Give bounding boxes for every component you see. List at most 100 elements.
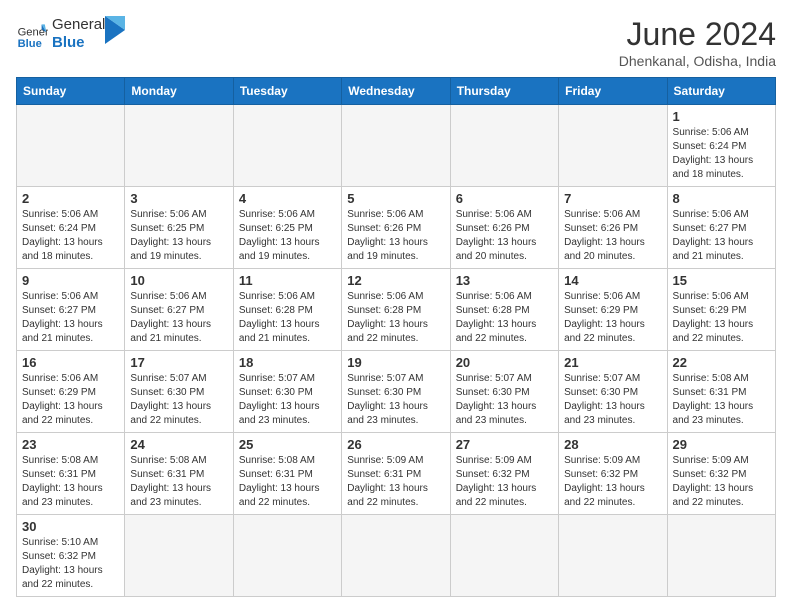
day-info: Sunrise: 5:06 AM Sunset: 6:29 PM Dayligh… <box>22 372 119 428</box>
day-number: 10 <box>130 273 227 288</box>
day-number: 9 <box>22 273 119 288</box>
day-info: Sunrise: 5:07 AM Sunset: 6:30 PM Dayligh… <box>564 372 661 428</box>
day-info: Sunrise: 5:06 AM Sunset: 6:26 PM Dayligh… <box>456 208 553 264</box>
calendar-cell: 25Sunrise: 5:08 AM Sunset: 6:31 PM Dayli… <box>233 433 341 515</box>
day-number: 12 <box>347 273 444 288</box>
calendar-cell: 9 Sunrise: 5:06 AM Sunset: 6:27 PM Daylig… <box>17 269 125 351</box>
calendar-cell: 22Sunrise: 5:08 AM Sunset: 6:31 PM Dayli… <box>667 351 775 433</box>
logo-icon: General Blue <box>16 18 48 50</box>
title-area: June 2024 Dhenkanal, Odisha, India <box>619 16 776 69</box>
logo-blue-text: Blue <box>52 34 105 52</box>
calendar-cell <box>450 515 558 597</box>
calendar-cell: 21 Sunrise: 5:07 AM Sunset: 6:30 PM Dayli… <box>559 351 667 433</box>
day-info: Sunrise: 5:09 AM Sunset: 6:32 PM Dayligh… <box>456 454 553 510</box>
day-number: 1 <box>673 109 770 124</box>
day-number: 3 <box>130 191 227 206</box>
day-info: Sunrise: 5:07 AM Sunset: 6:30 PM Dayligh… <box>347 372 444 428</box>
calendar-cell: 12 Sunrise: 5:06 AM Sunset: 6:28 PM Dayli… <box>342 269 450 351</box>
calendar-cell: 28 Sunrise: 5:09 AM Sunset: 6:32 PM Dayli… <box>559 433 667 515</box>
calendar-cell: 18 Sunrise: 5:07 AM Sunset: 6:30 PM Dayli… <box>233 351 341 433</box>
calendar-cell <box>450 105 558 187</box>
day-info: Sunrise: 5:06 AM Sunset: 6:28 PM Dayligh… <box>456 290 553 346</box>
calendar-week-row: 2 Sunrise: 5:06 AM Sunset: 6:24 PM Daylig… <box>17 187 776 269</box>
calendar-cell: 23Sunrise: 5:08 AM Sunset: 6:31 PM Dayli… <box>17 433 125 515</box>
day-info: Sunrise: 5:06 AM Sunset: 6:25 PM Dayligh… <box>130 208 227 264</box>
day-info: Sunrise: 5:09 AM Sunset: 6:32 PM Dayligh… <box>564 454 661 510</box>
calendar-cell <box>125 105 233 187</box>
page-header: General Blue General Blue June 2024 Dhen… <box>16 16 776 69</box>
calendar-cell: 10 Sunrise: 5:06 AM Sunset: 6:27 PM Dayli… <box>125 269 233 351</box>
day-number: 5 <box>347 191 444 206</box>
calendar-cell: 5 Sunrise: 5:06 AM Sunset: 6:26 PM Daylig… <box>342 187 450 269</box>
calendar-cell <box>667 515 775 597</box>
day-info: Sunrise: 5:07 AM Sunset: 6:30 PM Dayligh… <box>239 372 336 428</box>
calendar-cell: 26Sunrise: 5:09 AM Sunset: 6:31 PM Dayli… <box>342 433 450 515</box>
calendar-cell: 30 Sunrise: 5:10 AM Sunset: 6:32 PM Dayli… <box>17 515 125 597</box>
calendar-cell: 19 Sunrise: 5:07 AM Sunset: 6:30 PM Dayli… <box>342 351 450 433</box>
day-header-monday: Monday <box>125 78 233 105</box>
calendar-cell <box>233 515 341 597</box>
day-info: Sunrise: 5:08 AM Sunset: 6:31 PM Dayligh… <box>22 454 119 510</box>
day-header-thursday: Thursday <box>450 78 558 105</box>
calendar-cell <box>233 105 341 187</box>
calendar-cell: 29Sunrise: 5:09 AM Sunset: 6:32 PM Dayli… <box>667 433 775 515</box>
calendar-week-row: 1Sunrise: 5:06 AM Sunset: 6:24 PM Daylig… <box>17 105 776 187</box>
month-title: June 2024 <box>619 16 776 53</box>
day-info: Sunrise: 5:09 AM Sunset: 6:31 PM Dayligh… <box>347 454 444 510</box>
calendar-cell: 8 Sunrise: 5:06 AM Sunset: 6:27 PM Daylig… <box>667 187 775 269</box>
day-number: 28 <box>564 437 661 452</box>
day-info: Sunrise: 5:06 AM Sunset: 6:25 PM Dayligh… <box>239 208 336 264</box>
day-number: 21 <box>564 355 661 370</box>
calendar-cell: 2 Sunrise: 5:06 AM Sunset: 6:24 PM Daylig… <box>17 187 125 269</box>
calendar-cell: 17 Sunrise: 5:07 AM Sunset: 6:30 PM Dayli… <box>125 351 233 433</box>
calendar-cell <box>17 105 125 187</box>
day-number: 13 <box>456 273 553 288</box>
day-number: 15 <box>673 273 770 288</box>
day-number: 2 <box>22 191 119 206</box>
day-header-saturday: Saturday <box>667 78 775 105</box>
calendar-cell: 7Sunrise: 5:06 AM Sunset: 6:26 PM Daylig… <box>559 187 667 269</box>
day-number: 4 <box>239 191 336 206</box>
day-number: 17 <box>130 355 227 370</box>
calendar-cell: 20Sunrise: 5:07 AM Sunset: 6:30 PM Dayli… <box>450 351 558 433</box>
day-number: 6 <box>456 191 553 206</box>
day-number: 11 <box>239 273 336 288</box>
calendar-week-row: 16 Sunrise: 5:06 AM Sunset: 6:29 PM Dayli… <box>17 351 776 433</box>
calendar-week-row: 23Sunrise: 5:08 AM Sunset: 6:31 PM Dayli… <box>17 433 776 515</box>
calendar-cell <box>342 105 450 187</box>
day-info: Sunrise: 5:06 AM Sunset: 6:26 PM Dayligh… <box>564 208 661 264</box>
calendar-header-row: SundayMondayTuesdayWednesdayThursdayFrid… <box>17 78 776 105</box>
day-info: Sunrise: 5:06 AM Sunset: 6:27 PM Dayligh… <box>130 290 227 346</box>
day-number: 18 <box>239 355 336 370</box>
day-info: Sunrise: 5:10 AM Sunset: 6:32 PM Dayligh… <box>22 536 119 592</box>
day-number: 24 <box>130 437 227 452</box>
day-number: 29 <box>673 437 770 452</box>
day-number: 14 <box>564 273 661 288</box>
day-info: Sunrise: 5:06 AM Sunset: 6:26 PM Dayligh… <box>347 208 444 264</box>
day-info: Sunrise: 5:07 AM Sunset: 6:30 PM Dayligh… <box>456 372 553 428</box>
day-info: Sunrise: 5:06 AM Sunset: 6:27 PM Dayligh… <box>22 290 119 346</box>
calendar-cell <box>559 515 667 597</box>
day-number: 30 <box>22 519 119 534</box>
svg-text:Blue: Blue <box>18 38 42 50</box>
calendar-cell <box>559 105 667 187</box>
calendar-cell: 14Sunrise: 5:06 AM Sunset: 6:29 PM Dayli… <box>559 269 667 351</box>
day-info: Sunrise: 5:07 AM Sunset: 6:30 PM Dayligh… <box>130 372 227 428</box>
day-info: Sunrise: 5:06 AM Sunset: 6:27 PM Dayligh… <box>673 208 770 264</box>
day-info: Sunrise: 5:06 AM Sunset: 6:24 PM Dayligh… <box>22 208 119 264</box>
day-info: Sunrise: 5:06 AM Sunset: 6:28 PM Dayligh… <box>347 290 444 346</box>
calendar-cell: 16 Sunrise: 5:06 AM Sunset: 6:29 PM Dayli… <box>17 351 125 433</box>
day-number: 22 <box>673 355 770 370</box>
day-number: 8 <box>673 191 770 206</box>
day-number: 16 <box>22 355 119 370</box>
day-number: 19 <box>347 355 444 370</box>
calendar-cell <box>342 515 450 597</box>
calendar-cell <box>125 515 233 597</box>
calendar-cell: 11Sunrise: 5:06 AM Sunset: 6:28 PM Dayli… <box>233 269 341 351</box>
logo: General Blue General Blue <box>16 16 125 52</box>
calendar-cell: 15Sunrise: 5:06 AM Sunset: 6:29 PM Dayli… <box>667 269 775 351</box>
calendar-week-row: 30 Sunrise: 5:10 AM Sunset: 6:32 PM Dayli… <box>17 515 776 597</box>
calendar-cell: 24Sunrise: 5:08 AM Sunset: 6:31 PM Dayli… <box>125 433 233 515</box>
logo-triangle-icon <box>105 16 125 44</box>
day-number: 25 <box>239 437 336 452</box>
